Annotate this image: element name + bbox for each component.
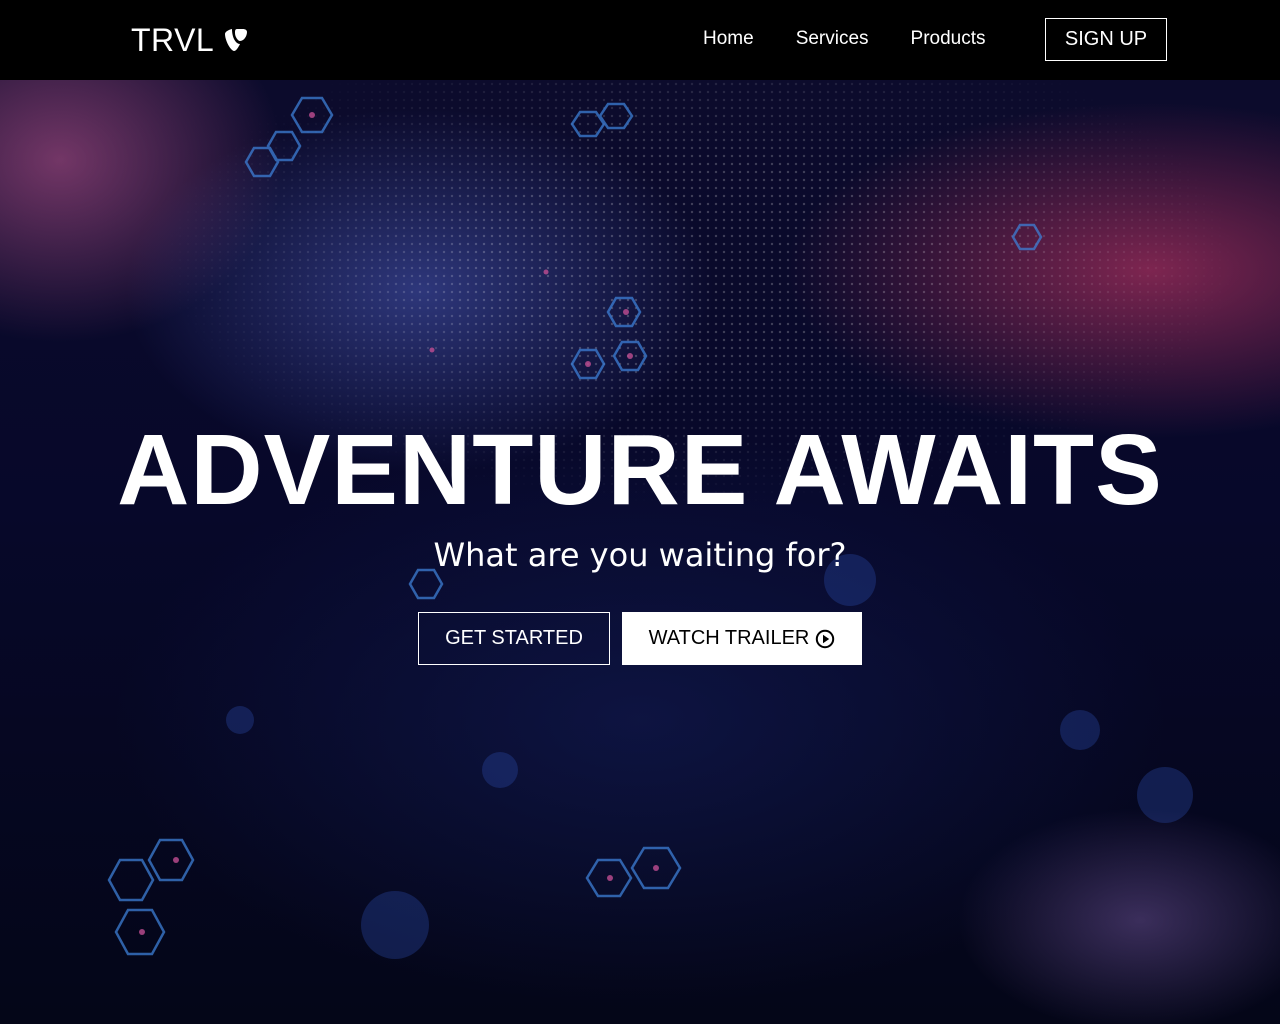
logo[interactable]: TRVL: [131, 22, 250, 58]
nav-products-link[interactable]: Products: [911, 28, 986, 50]
hero-title: ADVENTURE AWAITS: [117, 414, 1163, 526]
logo-text: TRVL: [131, 21, 215, 58]
play-circle-icon: [815, 629, 835, 649]
sign-up-button[interactable]: SIGN UP: [1045, 18, 1167, 61]
hero-section: ADVENTURE AWAITS What are you waiting fo…: [0, 80, 1280, 1024]
hero-subtitle: What are you waiting for?: [433, 536, 847, 574]
typo3-icon: [222, 26, 250, 54]
nav-services-link[interactable]: Services: [796, 28, 869, 50]
watch-trailer-button[interactable]: WATCH TRAILER: [622, 612, 862, 665]
watch-trailer-label: WATCH TRAILER: [648, 627, 810, 649]
navbar: TRVL Home Services Products SIGN UP: [0, 0, 1280, 80]
nav-home-link[interactable]: Home: [703, 28, 754, 50]
get-started-button[interactable]: GET STARTED: [418, 612, 610, 665]
main-nav: Home Services Products: [703, 28, 986, 50]
